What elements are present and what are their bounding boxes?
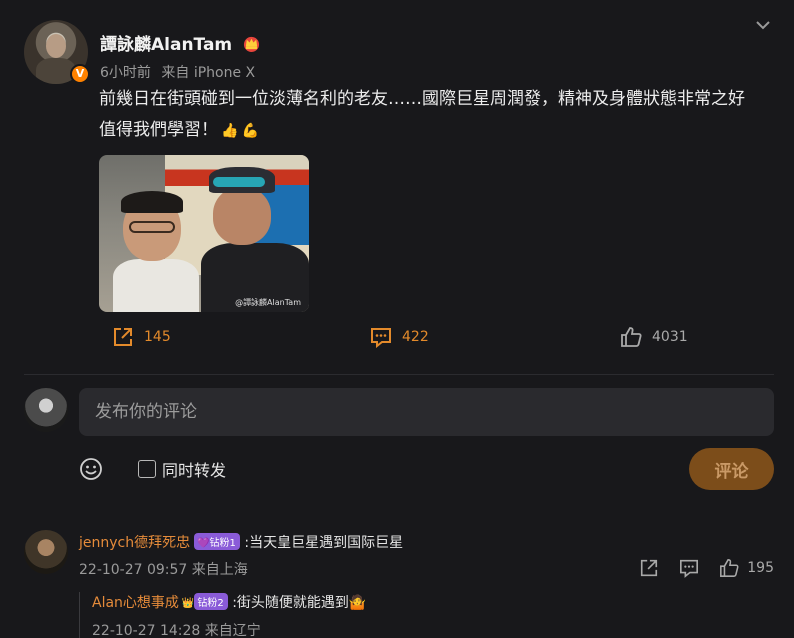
reply-meta: 22-10-27 14:28 来自辽宁 [92, 623, 261, 638]
photo-person-right-head [213, 187, 271, 245]
photo-person-left-hair [121, 191, 183, 213]
replier-fan-badge: 钻粉2 [194, 593, 228, 610]
fan-badge: 💜钻粉1 [194, 533, 240, 550]
photo-person-left-glasses [129, 221, 175, 233]
shrug-icon: 🤷 [348, 595, 367, 611]
reply-header: Alan心想事成 👑 钻粉2 :街头随便就能遇到🤷 [92, 592, 366, 612]
divider [24, 374, 774, 375]
post-source: 来自 iPhone X [161, 65, 256, 81]
flexed-biceps-icon: 💪 [241, 123, 259, 139]
comment-input[interactable] [79, 388, 774, 436]
photo-watermark: @譚詠麟AlanTam [235, 298, 301, 307]
comment-text: :当天皇巨星遇到国际巨星 [244, 535, 404, 551]
repost-also-checkbox[interactable] [138, 460, 156, 478]
emoji-picker-icon[interactable] [79, 457, 103, 481]
repost-count: 145 [144, 329, 171, 345]
comment-meta: 22-10-27 09:57 来自上海 [79, 562, 248, 578]
comment-actions: 195 [639, 558, 774, 578]
comment-reply-icon[interactable] [679, 558, 699, 578]
comment-header: jennych德拜死忠 💜钻粉1 :当天皇巨星遇到国际巨星 [79, 532, 403, 552]
comment-like-icon[interactable] [719, 558, 739, 578]
current-user-avatar[interactable] [24, 388, 68, 432]
photo-person-left [113, 191, 199, 312]
verified-badge-icon: V [70, 64, 90, 84]
replier-crown-icon: 👑 [181, 598, 195, 609]
replier-name[interactable]: Alan心想事成 [92, 595, 179, 611]
post-photo[interactable]: @譚詠麟AlanTam [99, 155, 309, 312]
photo-person-right [201, 167, 309, 312]
crown-icon [244, 36, 260, 52]
post-time[interactable]: 6小时前 [100, 65, 151, 81]
submit-comment-button[interactable]: 评论 [689, 448, 774, 490]
comment-button[interactable]: 422 [370, 322, 429, 352]
comment-repost-icon[interactable] [639, 558, 659, 578]
commenter-avatar[interactable] [24, 530, 68, 574]
post-header: V 譚詠麟AlanTam 6小时前 来自 iPhone X [24, 16, 774, 86]
post-text-line2: 值得我們學習！ [99, 120, 218, 140]
post-text-line2-wrap: 值得我們學習！ 👍 💪 [99, 115, 779, 147]
post-text: 前幾日在街頭碰到一位淡薄名利的老友……國際巨星周潤發，精神及身體狀態非常之好 值… [99, 84, 779, 147]
photo-person-left-shirt [113, 259, 199, 312]
repost-button[interactable]: 145 [108, 320, 171, 352]
like-count: 4031 [652, 329, 688, 345]
thumbs-up-outline-icon [621, 327, 642, 347]
like-button[interactable]: 4031 [620, 322, 688, 352]
post-action-bar: 145 422 4031 [0, 320, 794, 356]
reply-text: :街头随便就能遇到 [232, 595, 349, 611]
repost-icon [114, 328, 132, 346]
author-name[interactable]: 譚詠麟AlanTam [100, 30, 261, 55]
comment-like-count: 195 [747, 560, 774, 576]
commenter-name[interactable]: jennych德拜死忠 [79, 535, 190, 551]
avatar-face [46, 34, 66, 58]
author-name-text[interactable]: 譚詠麟AlanTam [100, 35, 232, 55]
reply-item: Alan心想事成 👑 钻粉2 :街头随便就能遇到🤷 22-10-27 14:28 来… [79, 592, 774, 638]
post-meta: 6小时前 来自 iPhone X [100, 62, 261, 82]
repost-also-toggle[interactable]: 同时转发 [138, 457, 226, 481]
comment-count: 422 [402, 329, 429, 345]
thumbs-up-icon: 👍 [221, 123, 239, 139]
repost-also-label: 同时转发 [162, 461, 227, 480]
photo-person-right-visor [213, 177, 265, 187]
chevron-down-icon[interactable] [754, 16, 772, 34]
comment-item: jennych德拜死忠 💜钻粉1 :当天皇巨星遇到国际巨星 22-10-27 09… [24, 530, 774, 582]
comment-icon [371, 328, 391, 348]
post-text-line1: 前幾日在街頭碰到一位淡薄名利的老友……國際巨星周潤發，精神及身體狀態非常之好 [99, 89, 745, 109]
